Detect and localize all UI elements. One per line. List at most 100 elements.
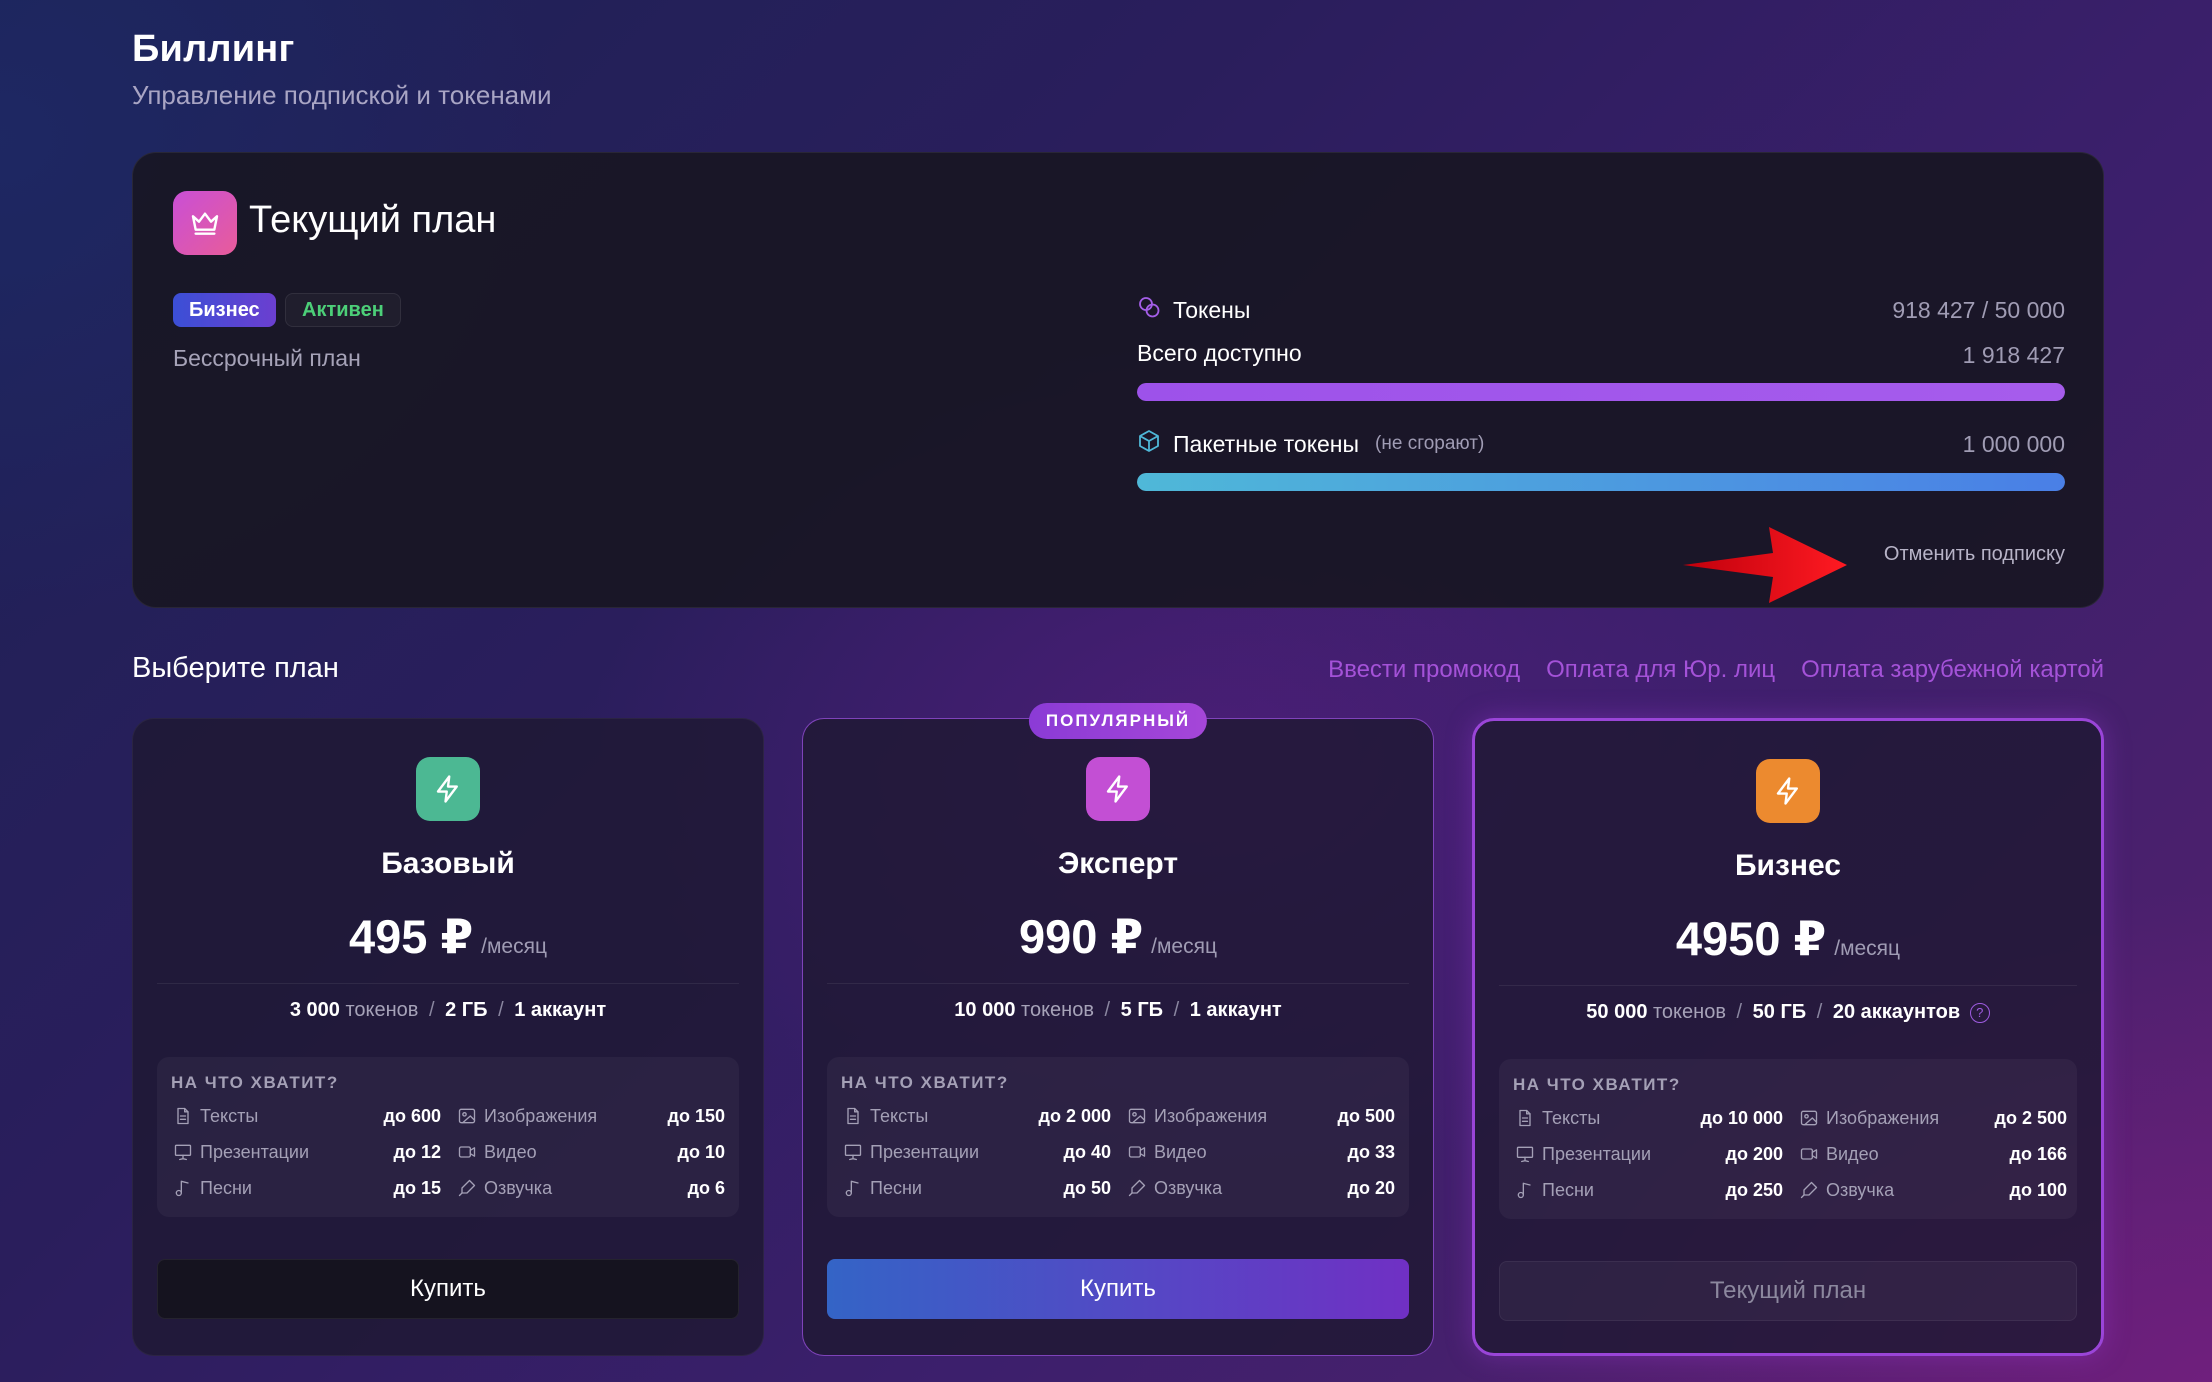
usage-value: до 150: [667, 1105, 725, 1126]
usage-label: Изображения: [484, 1105, 598, 1126]
usage-label: Видео: [1826, 1143, 1879, 1164]
usage-item: Видео до 10: [457, 1139, 725, 1165]
usage-value: до 2 500: [1994, 1107, 2067, 1128]
plan-name: Базовый: [381, 847, 515, 880]
usage-item: Озвучка до 100: [1799, 1177, 2067, 1203]
video-icon: [1800, 1148, 1818, 1160]
plan-price: 4950 ₽ /месяц: [1475, 911, 2101, 967]
usage-value: до 50: [1063, 1177, 1111, 1198]
usage-label: Изображения: [1826, 1107, 1940, 1128]
plan-specs: 50 000 токенов / 50 ГБ / 20 аккаунтов ?: [1475, 1001, 2101, 1024]
status-badge: Активен: [285, 293, 401, 327]
plan-tokens: 3 000: [289, 999, 340, 1021]
voice-icon: [1128, 1179, 1146, 1197]
promo-code-link[interactable]: Ввести промокод: [1328, 656, 1520, 684]
usage-item: Тексты до 2 000: [843, 1103, 1111, 1129]
page-subtitle: Управление подпиской и токенами: [132, 80, 552, 110]
usage-label: Изображения: [1154, 1105, 1268, 1126]
plan-price-period: /месяц: [1151, 935, 1218, 958]
buy-button[interactable]: Купить: [157, 1259, 739, 1319]
usage-item: Видео до 166: [1799, 1141, 2067, 1167]
usage-label: Песни: [200, 1177, 252, 1198]
plan-storage: 50 ГБ: [1752, 1001, 1807, 1023]
image-icon: [1800, 1110, 1818, 1126]
music-icon: [1517, 1182, 1531, 1199]
help-icon[interactable]: ?: [1969, 1002, 1990, 1023]
usage-box: НА ЧТО ХВАТИТ? Тексты до 2 000 Изображения…: [827, 1057, 1409, 1217]
buy-button[interactable]: Купить: [827, 1259, 1409, 1319]
plan-price-period: /месяц: [481, 935, 548, 958]
package-icon: [1137, 429, 1161, 459]
lightning-icon: [1756, 759, 1820, 823]
lightning-icon: [416, 757, 480, 821]
foreign-card-payment-link[interactable]: Оплата зарубежной картой: [1801, 656, 2104, 684]
plan-card-business: Бизнес 4950 ₽ /месяц 50 000 токенов / 50…: [1472, 718, 2104, 1356]
usage-label: Презентации: [1542, 1143, 1652, 1164]
crown-icon: [173, 191, 237, 255]
plan-tokens-word: токенов: [1653, 1001, 1732, 1023]
usage-label: Презентации: [200, 1141, 310, 1162]
presentation-icon: [1516, 1146, 1534, 1163]
usage-item: Тексты до 10 000: [1515, 1105, 1783, 1131]
document-icon: [847, 1107, 859, 1125]
lightning-icon: [1086, 757, 1150, 821]
plan-badge: Бизнес: [173, 293, 276, 327]
plan-tokens: 50 000: [1586, 1001, 1648, 1023]
package-progress-bar: [1137, 473, 2065, 491]
cancel-subscription-link[interactable]: Отменить подписку: [1884, 543, 2065, 566]
music-icon: [845, 1180, 859, 1197]
legal-entity-payment-link[interactable]: Оплата для Юр. лиц: [1546, 656, 1775, 684]
plan-storage: 2 ГБ: [445, 999, 488, 1021]
usage-label: Тексты: [1542, 1107, 1601, 1128]
plan-price-amount: 495 ₽: [348, 910, 474, 963]
usage-label: Озвучка: [1826, 1179, 1895, 1200]
plan-price: 990 ₽ /месяц: [803, 909, 1433, 965]
current-plan-card: Текущий план Бизнес Активен Бессрочный п…: [132, 152, 2104, 608]
plan-term: Бессрочный план: [173, 345, 361, 371]
usage-value: до 250: [1725, 1179, 1783, 1200]
usage-item: Озвучка до 6: [457, 1175, 725, 1201]
image-icon: [1128, 1108, 1146, 1124]
total-progress-fill: [1137, 383, 2065, 401]
usage-label: Тексты: [200, 1105, 259, 1126]
usage-item: Изображения до 150: [457, 1103, 725, 1129]
plan-card-basic: Базовый 495 ₽ /месяц 3 000 токенов / 2 Г…: [132, 718, 764, 1356]
plan-tokens-word: токенов: [1021, 999, 1100, 1021]
plan-price-amount: 990 ₽: [1018, 910, 1144, 963]
plan-price-period: /месяц: [1834, 937, 1901, 960]
video-icon: [458, 1146, 476, 1158]
plan-accounts: 20 аккаунтов: [1832, 1001, 1961, 1023]
plan-name: Эксперт: [1057, 847, 1179, 880]
current-plan-title: Текущий план: [249, 199, 497, 241]
coins-icon: [1137, 295, 1161, 325]
plan-card-expert: Эксперт 990 ₽ /месяц 10 000 токенов / 5 …: [802, 703, 1434, 1356]
total-label: Всего доступно: [1137, 340, 1302, 366]
document-icon: [177, 1107, 189, 1125]
image-icon: [458, 1108, 476, 1124]
total-progress-bar: [1137, 383, 2065, 401]
current-plan-button[interactable]: Текущий план: [1499, 1261, 2077, 1321]
presentation-icon: [844, 1144, 862, 1161]
usage-value: до 200: [1725, 1143, 1783, 1164]
usage-value: до 20: [1347, 1177, 1395, 1198]
usage-value: до 100: [2009, 1179, 2067, 1200]
usage-label: Видео: [484, 1141, 537, 1162]
usage-value: до 12: [393, 1141, 441, 1162]
plan-tokens-word: токенов: [345, 999, 424, 1021]
usage-box: НА ЧТО ХВАТИТ? Тексты до 600 Изображения до…: [157, 1057, 739, 1217]
usage-value: до 2 000: [1038, 1105, 1111, 1126]
document-icon: [1519, 1109, 1531, 1127]
usage-title: НА ЧТО ХВАТИТ?: [171, 1073, 339, 1092]
usage-item: Презентации до 40: [843, 1139, 1111, 1165]
presentation-icon: [174, 1144, 192, 1161]
plan-price: 495 ₽ /месяц: [133, 909, 763, 965]
usage-label: Песни: [870, 1177, 922, 1198]
usage-item: Тексты до 600: [173, 1103, 441, 1129]
tokens-value: 918 427 / 50 000: [1892, 297, 2065, 323]
usage-item: Изображения до 500: [1127, 1103, 1395, 1129]
package-progress-fill: [1137, 473, 2065, 491]
usage-value: до 6: [687, 1177, 725, 1198]
popular-badge: ПОПУЛЯРНЫЙ: [1028, 703, 1208, 739]
usage-item: Озвучка до 20: [1127, 1175, 1395, 1201]
plan-name: Бизнес: [1734, 849, 1841, 882]
